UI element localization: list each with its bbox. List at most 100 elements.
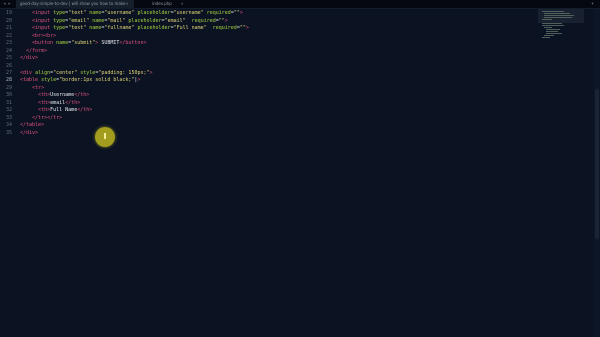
code-token: name	[89, 10, 102, 16]
line-number: 32	[5, 107, 12, 113]
code-token: </button>	[119, 40, 147, 46]
code-line[interactable]: <th>Full Name</th>	[20, 107, 92, 113]
tab-label: good-day-simple-to-dev | will show you h…	[20, 1, 126, 6]
code-token: placeholder	[137, 10, 171, 16]
code-token: "mail"	[107, 18, 126, 24]
tab-menu-icon[interactable]: ▾	[591, 0, 594, 8]
code-token: <table	[20, 77, 42, 83]
tab-bar: ◂ ▸ good-day-simple-to-dev | will show y…	[0, 0, 600, 9]
code-line[interactable]: </div>	[20, 130, 38, 136]
code-line[interactable]: </div>	[20, 55, 38, 61]
line-number: 21	[5, 25, 12, 31]
code-token: Username	[50, 92, 75, 98]
code-token: email	[50, 100, 66, 106]
line-number: 24	[5, 48, 12, 54]
code-token: required	[185, 18, 216, 24]
minimap-line	[544, 15, 574, 16]
code-token: </div>	[20, 130, 39, 136]
vertical-scrollbar[interactable]	[594, 9, 600, 337]
line-number: 25	[5, 55, 12, 61]
minimap-line	[542, 37, 550, 38]
code-token: name	[56, 40, 69, 46]
code-token: </th>	[65, 100, 81, 106]
code-token: </th>	[77, 107, 93, 113]
mouse-click-indicator	[95, 127, 115, 147]
minimap-line	[546, 31, 558, 32]
scrollbar-thumb[interactable]	[595, 89, 599, 239]
code-token: "submit"	[71, 40, 96, 46]
editor-window: ◂ ▸ good-day-simple-to-dev | will show y…	[0, 0, 600, 337]
code-token: <th>	[20, 107, 51, 113]
code-token: "border:1px solid black;"	[59, 77, 135, 83]
minimap-line	[544, 27, 552, 28]
minimap[interactable]	[540, 10, 582, 70]
code-line[interactable]: <br><br>	[20, 33, 56, 39]
code-token: </table>	[20, 122, 45, 128]
code-line[interactable]: </table>	[20, 122, 44, 128]
code-line[interactable]: <th>email</th>	[20, 100, 80, 106]
code-token: >	[149, 70, 153, 76]
code-token: <th>	[20, 100, 51, 106]
code-token: </th>	[74, 92, 90, 98]
line-number: 33	[5, 115, 12, 121]
minimap-line	[546, 33, 562, 34]
code-line-active[interactable]: <table style="border:1px solid black;"|>	[20, 77, 140, 83]
code-line[interactable]: <input type="text" name="fullname" place…	[20, 25, 249, 31]
line-number: 31	[5, 100, 12, 106]
code-token: >	[245, 25, 249, 31]
code-token: <button	[20, 40, 57, 46]
code-token: required	[206, 25, 237, 31]
close-icon[interactable]: ×	[126, 0, 128, 8]
code-token: type	[53, 25, 66, 31]
minimap-line	[544, 35, 554, 36]
line-number: 19	[5, 10, 12, 16]
cursor-icon	[104, 133, 106, 139]
minimap-line	[544, 17, 572, 18]
code-token: "text"	[68, 10, 87, 16]
code-line[interactable]: <input type="email" name="mail" placehol…	[20, 18, 228, 24]
code-token: SUBMIT	[101, 40, 120, 46]
code-token: "email"	[68, 18, 90, 24]
line-number: 34	[5, 122, 12, 128]
line-number: 30	[5, 92, 12, 98]
minimap-line	[542, 25, 564, 26]
code-token: "Full name"	[173, 25, 207, 31]
tab-label: index.php	[152, 1, 172, 6]
line-number: 20	[5, 18, 12, 24]
code-token: <br><br>	[20, 33, 57, 39]
code-token: "username"	[104, 10, 135, 16]
code-token: <th>	[20, 92, 51, 98]
line-number-gutter: 19 20 21 22 23 24 25 26 27 28 29 30 31 3…	[0, 9, 15, 337]
tab-index-php[interactable]: index.php	[148, 0, 190, 8]
code-token: <tr>	[20, 85, 45, 91]
code-line[interactable]: <button name="submit"> SUBMIT</button>	[20, 40, 146, 46]
code-token: <input	[20, 18, 54, 24]
tab-dev-guide[interactable]: good-day-simple-to-dev | will show you h…	[16, 0, 134, 8]
code-line[interactable]: <input type="text" name="username" place…	[20, 10, 243, 16]
line-number: 35	[5, 130, 12, 136]
close-icon[interactable]: ×	[181, 0, 183, 8]
code-line[interactable]: <th>Username</th>	[20, 92, 89, 98]
code-line[interactable]: <div align="center" style="padding: 150p…	[20, 70, 153, 76]
tab-scroll-left-icon[interactable]: ◂	[3, 0, 6, 8]
line-number: 29	[5, 85, 12, 91]
minimap-line	[546, 29, 560, 30]
code-line[interactable]: </tr></tr>	[20, 115, 62, 121]
code-token: style	[41, 77, 57, 83]
tab-scroll-right-icon[interactable]: ▸	[8, 0, 11, 8]
code-token: placeholder	[128, 18, 162, 24]
code-token: >	[239, 10, 243, 16]
line-number: 23	[5, 40, 12, 46]
minimap-line	[542, 11, 564, 12]
code-token: >	[137, 77, 141, 83]
code-token: type	[53, 10, 66, 16]
code-token: </div>	[20, 55, 39, 61]
minimap-line	[542, 19, 552, 20]
code-line[interactable]: </form>	[20, 48, 47, 54]
code-token: name	[89, 25, 102, 31]
code-token: </tr></tr>	[20, 115, 63, 121]
code-line[interactable]: <tr>	[20, 85, 44, 91]
code-token: "email"	[164, 18, 186, 24]
code-token: "padding: 150px;"	[98, 70, 150, 76]
code-token: "username"	[173, 10, 204, 16]
